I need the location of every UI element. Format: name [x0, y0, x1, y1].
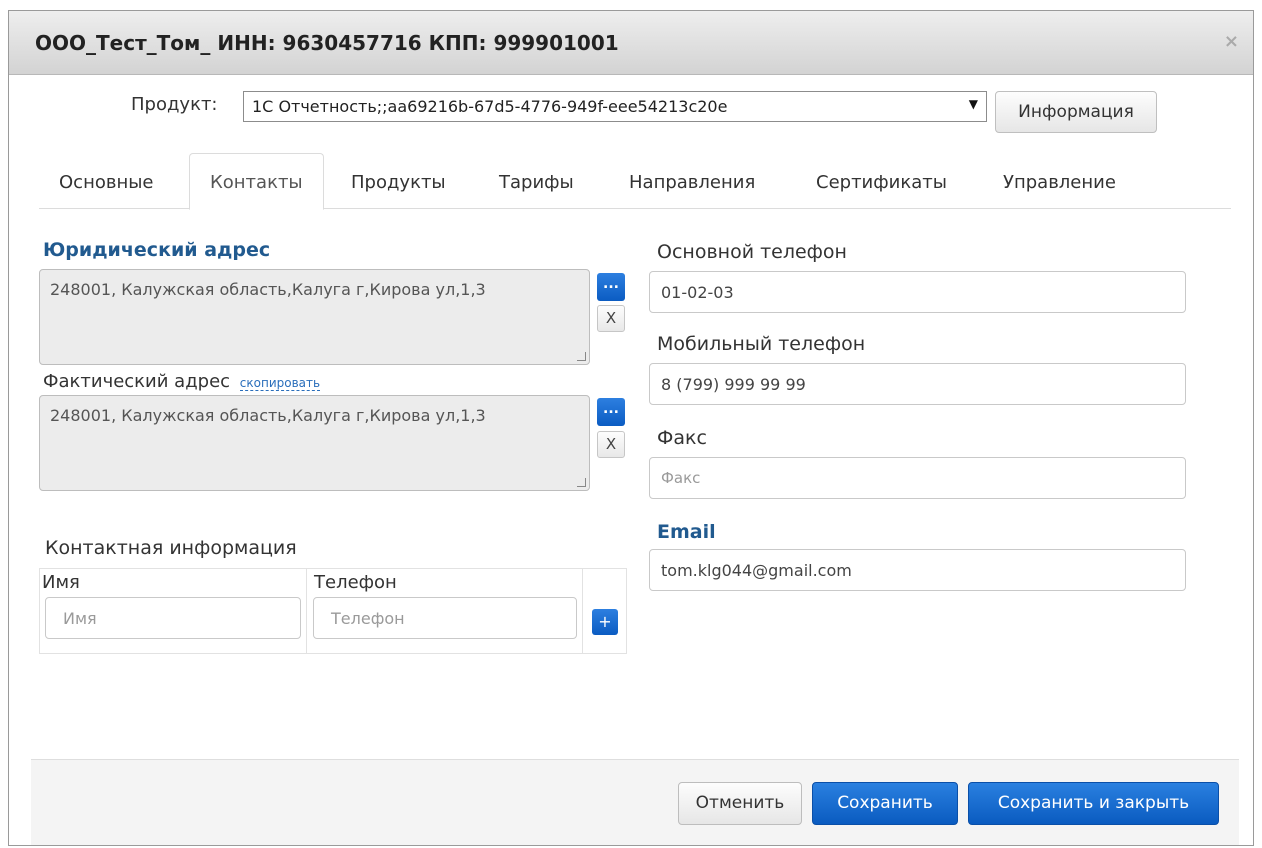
email-input[interactable]: tom.klg044@gmail.com [649, 549, 1186, 591]
tab-products[interactable]: Продукты [351, 172, 446, 193]
contacts-title: Контактная информация [45, 537, 297, 559]
actual-address-value: 248001, Калужская область,Калуга г,Киров… [50, 406, 486, 425]
tab-directions[interactable]: Направления [629, 172, 755, 193]
legal-address-select-button[interactable]: ... [597, 273, 625, 301]
product-select[interactable]: 1С Отчетность;;aa69216b-67d5-4776-949f-e… [243, 91, 987, 122]
dropdown-arrow-icon: ▼ [968, 97, 978, 111]
dialog-footer: Отменить Сохранить Сохранить и закрыть [31, 759, 1239, 845]
tab-management[interactable]: Управление [1003, 172, 1116, 193]
save-and-close-button[interactable]: Сохранить и закрыть [968, 782, 1219, 825]
actual-address-clear-button[interactable]: X [597, 431, 625, 458]
actual-address-label: Фактический адрес [43, 371, 231, 392]
resize-grip-icon[interactable] [577, 478, 586, 487]
main-phone-label: Основной телефон [657, 241, 847, 263]
product-label: Продукт: [131, 94, 218, 115]
mobile-phone-label: Мобильный телефон [657, 333, 866, 355]
main-phone-input[interactable]: 01-02-03 [649, 271, 1186, 313]
dialog-title: ООО_Тест_Том_ ИНН: 9630457716 КПП: 99990… [35, 31, 619, 55]
phone-column-header: Телефон [314, 572, 397, 593]
tab-certificates[interactable]: Сертификаты [816, 172, 947, 193]
legal-address-title: Юридический адрес [43, 239, 271, 261]
resize-grip-icon[interactable] [577, 352, 586, 361]
contact-phone-input[interactable]: Телефон [313, 597, 577, 639]
actual-address-field[interactable]: 248001, Калужская область,Калуга г,Киров… [39, 395, 590, 491]
actual-address-title: Фактический адрес скопировать [43, 371, 321, 392]
contacts-table: Имя Телефон Имя Телефон + [39, 568, 627, 654]
info-button[interactable]: Информация [995, 91, 1157, 133]
cancel-button[interactable]: Отменить [678, 782, 802, 825]
tab-contacts[interactable]: Контакты [189, 153, 324, 210]
save-button[interactable]: Сохранить [812, 782, 958, 825]
fax-label: Факс [657, 427, 707, 449]
product-selected-value: 1С Отчетность;;aa69216b-67d5-4776-949f-e… [252, 97, 728, 116]
tab-tariffs[interactable]: Тарифы [499, 172, 574, 193]
legal-address-field[interactable]: 248001, Калужская область,Калуга г,Киров… [39, 269, 590, 365]
legal-address-clear-button[interactable]: X [597, 305, 625, 332]
contact-name-input[interactable]: Имя [45, 597, 301, 639]
email-label: Email [657, 521, 716, 543]
table-divider [582, 569, 583, 653]
add-contact-button[interactable]: + [592, 609, 618, 635]
contractor-dialog: ООО_Тест_Том_ ИНН: 9630457716 КПП: 99990… [8, 10, 1254, 846]
name-column-header: Имя [42, 572, 80, 593]
actual-address-select-button[interactable]: ... [597, 398, 625, 426]
dialog-titlebar: ООО_Тест_Том_ ИНН: 9630457716 КПП: 99990… [9, 11, 1253, 75]
mobile-phone-input[interactable]: 8 (799) 999 99 99 [649, 363, 1186, 405]
copy-address-link[interactable]: скопировать [239, 376, 321, 391]
close-icon[interactable]: × [1224, 33, 1239, 51]
tab-main[interactable]: Основные [59, 172, 154, 193]
table-divider [306, 569, 307, 653]
tab-bar: Основные Контакты Продукты Тарифы Направ… [39, 153, 1231, 210]
legal-address-value: 248001, Калужская область,Калуга г,Киров… [50, 280, 486, 299]
fax-input[interactable]: Факс [649, 457, 1186, 499]
